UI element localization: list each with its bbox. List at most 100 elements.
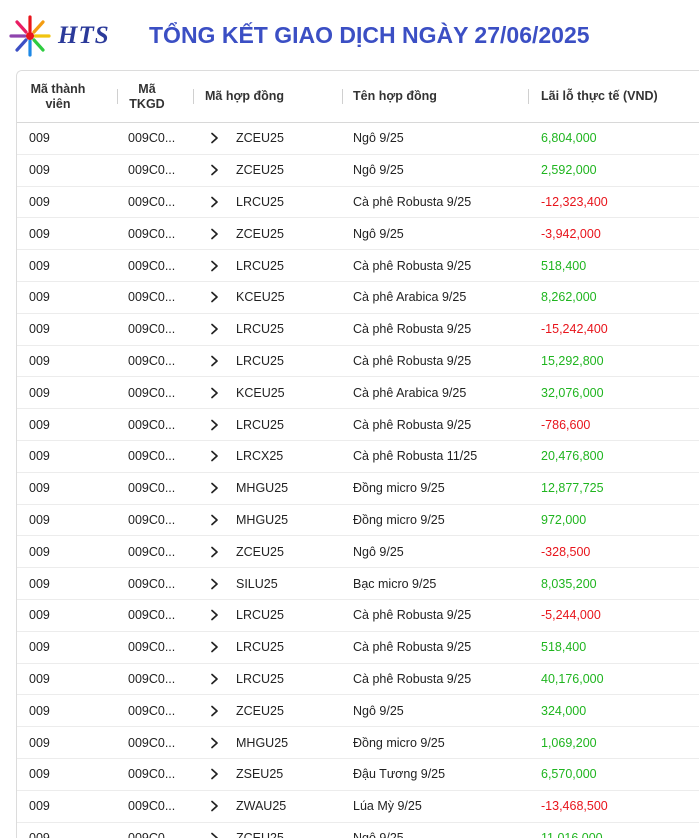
contract-code-cell: MHGU25 — [236, 481, 289, 496]
table-row[interactable]: 009 009C0... MHGU25 Đồng micro 9/25 1,069,20… — [17, 727, 699, 759]
contract-name-cell: Cà phê Robusta 11/25 — [353, 449, 478, 464]
member-cell: 009 — [29, 671, 50, 686]
contract-code-cell: ZWAU25 — [236, 799, 287, 814]
chevron-right-icon[interactable] — [207, 123, 221, 154]
account-cell: 009C0... — [128, 290, 176, 305]
table-row[interactable]: 009 009C0... ZWAU25 Lúa Mỳ 9/25 -13,468,500 — [17, 791, 699, 823]
table-row[interactable]: 009 009C0... KCEU25 Cà phê Arabica 9/25 8,26… — [17, 282, 699, 314]
chevron-right-icon[interactable] — [207, 727, 221, 758]
column-header-account[interactable]: Mã TKGD — [117, 71, 177, 122]
chevron-right-icon[interactable] — [207, 791, 221, 822]
contract-code-cell: LRCX25 — [236, 449, 284, 464]
chevron-right-icon[interactable] — [207, 346, 221, 377]
account-cell: 009C0... — [128, 767, 176, 782]
account-cell: 009C0... — [128, 226, 176, 241]
member-cell: 009 — [29, 290, 50, 305]
contract-name-cell: Ngô 9/25 — [353, 544, 404, 559]
table-row[interactable]: 009 009C0... ZCEU25 Ngô 9/25 2,592,000 — [17, 155, 699, 187]
pnl-cell: 8,262,000 — [541, 290, 597, 305]
account-cell: 009C0... — [128, 417, 176, 432]
contract-name-cell: Ngô 9/25 — [353, 163, 404, 178]
account-cell: 009C0... — [128, 385, 176, 400]
contract-name-cell: Cà phê Robusta 9/25 — [353, 417, 472, 432]
chevron-right-icon[interactable] — [207, 695, 221, 726]
member-cell: 009 — [29, 481, 50, 496]
member-cell: 009 — [29, 194, 50, 209]
member-cell: 009 — [29, 512, 50, 527]
member-cell: 009 — [29, 353, 50, 368]
chevron-right-icon[interactable] — [207, 250, 221, 281]
chevron-right-icon[interactable] — [207, 187, 221, 218]
chevron-right-icon[interactable] — [207, 282, 221, 313]
member-cell: 009 — [29, 576, 50, 591]
member-cell: 009 — [29, 417, 50, 432]
contract-code-cell: ZCEU25 — [236, 163, 284, 178]
contract-name-cell: Cà phê Arabica 9/25 — [353, 290, 467, 305]
column-header-pnl[interactable]: Lãi lỗ thực tế (VND) — [541, 71, 658, 122]
member-cell: 009 — [29, 830, 50, 838]
table-row[interactable]: 009 009C0... LRCU25 Cà phê Robusta 9/25 518,… — [17, 250, 699, 282]
member-cell: 009 — [29, 226, 50, 241]
pnl-cell: -786,600 — [541, 417, 591, 432]
pnl-cell: 6,570,000 — [541, 767, 597, 782]
member-cell: 009 — [29, 385, 50, 400]
chevron-right-icon[interactable] — [207, 409, 221, 440]
column-header-member[interactable]: Mã thành viên — [17, 71, 99, 122]
chevron-right-icon[interactable] — [207, 505, 221, 536]
chevron-right-icon[interactable] — [207, 600, 221, 631]
pnl-cell: 11,016,000 — [541, 830, 603, 838]
table-row[interactable]: 009 009C0... KCEU25 Cà phê Arabica 9/25 32,0… — [17, 377, 699, 410]
chevron-right-icon[interactable] — [207, 664, 221, 695]
chevron-right-icon[interactable] — [207, 377, 221, 408]
table-row[interactable]: 009 009C0... LRCU25 Cà phê Robusta 9/25 518,… — [17, 632, 699, 664]
account-cell: 009C0... — [128, 322, 176, 337]
table-row[interactable]: 009 009C0... ZSEU25 Đậu Tương 9/25 6,570,000 — [17, 759, 699, 791]
contract-name-cell: Lúa Mỳ 9/25 — [353, 799, 422, 814]
contract-name-cell: Đậu Tương 9/25 — [353, 767, 446, 782]
table-row[interactable]: 009 009C0... LRCU25 Cà phê Robusta 9/25 -5,2… — [17, 600, 699, 632]
column-separator — [528, 89, 529, 104]
chevron-right-icon[interactable] — [207, 155, 221, 186]
chevron-right-icon[interactable] — [207, 536, 221, 567]
contract-code-cell: LRCU25 — [236, 322, 284, 337]
table-row[interactable]: 009 009C0... SILU25 Bạc micro 9/25 8,035,200 — [17, 568, 699, 600]
table-row[interactable]: 009 009C0... LRCX25 Cà phê Robusta 11/25 20,… — [17, 441, 699, 473]
table-row[interactable]: 009 009C0... MHGU25 Đồng micro 9/25 972,000 — [17, 505, 699, 537]
contract-name-cell: Cà phê Robusta 9/25 — [353, 322, 472, 337]
pnl-cell: 15,292,800 — [541, 353, 604, 368]
table-row[interactable]: 009 009C0... ZCEU25 Ngô 9/25 324,000 — [17, 695, 699, 728]
table-row[interactable]: 009 009C0... LRCU25 Cà phê Robusta 9/25 -12,… — [17, 187, 699, 219]
table-row[interactable]: 009 009C0... ZCEU25 Ngô 9/25 6,804,000 — [17, 123, 699, 155]
chevron-right-icon[interactable] — [207, 632, 221, 663]
chevron-right-icon[interactable] — [207, 441, 221, 472]
contract-name-cell: Đồng micro 9/25 — [353, 512, 445, 527]
table-row[interactable]: 009 009C0... ZCEU25 Ngô 9/25 -328,500 — [17, 536, 699, 569]
table-row[interactable]: 009 009C0... LRCU25 Cà phê Robusta 9/25 40,1… — [17, 664, 699, 696]
column-header-contract-code[interactable]: Mã hợp đồng — [205, 71, 284, 122]
table-row[interactable]: 009 009C0... ZCEU25 Ngô 9/25 11,016,000 — [17, 823, 699, 838]
table-row[interactable]: 009 009C0... LRCU25 Cà phê Robusta 9/25 -15,… — [17, 314, 699, 346]
pnl-cell: 12,877,725 — [541, 481, 604, 496]
chevron-right-icon[interactable] — [207, 218, 221, 249]
contract-name-cell: Ngô 9/25 — [353, 830, 404, 838]
table-row[interactable]: 009 009C0... MHGU25 Đồng micro 9/25 12,877,7… — [17, 473, 699, 505]
table-row[interactable]: 009 009C0... ZCEU25 Ngô 9/25 -3,942,000 — [17, 218, 699, 251]
column-header-contract-name[interactable]: Tên hợp đồng — [353, 71, 437, 122]
table-row[interactable]: 009 009C0... LRCU25 Cà phê Robusta 9/25 15,2… — [17, 346, 699, 378]
chevron-right-icon[interactable] — [207, 823, 221, 838]
contract-code-cell: KCEU25 — [236, 290, 285, 305]
contract-code-cell: SILU25 — [236, 576, 278, 591]
chevron-right-icon[interactable] — [207, 568, 221, 599]
contract-code-cell: LRCU25 — [236, 258, 284, 273]
account-cell: 009C0... — [128, 830, 176, 838]
member-cell: 009 — [29, 449, 50, 464]
contract-name-cell: Cà phê Robusta 9/25 — [353, 640, 472, 655]
hts-logo-icon — [9, 15, 51, 57]
contract-code-cell: LRCU25 — [236, 194, 284, 209]
table-row[interactable]: 009 009C0... LRCU25 Cà phê Robusta 9/25 -786… — [17, 409, 699, 441]
contract-name-cell: Ngô 9/25 — [353, 131, 404, 146]
chevron-right-icon[interactable] — [207, 759, 221, 790]
chevron-right-icon[interactable] — [207, 473, 221, 504]
account-cell: 009C0... — [128, 512, 176, 527]
chevron-right-icon[interactable] — [207, 314, 221, 345]
